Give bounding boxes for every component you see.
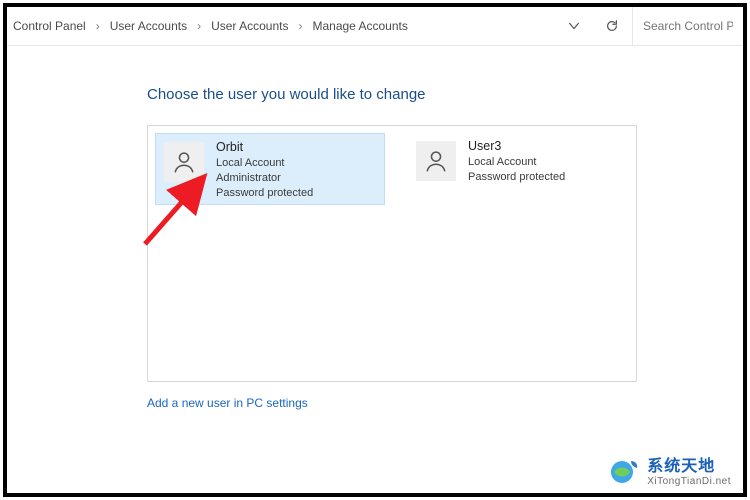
refresh-icon[interactable] [604,18,620,34]
breadcrumb-segment[interactable]: User Accounts [110,19,187,33]
avatar-icon [164,142,204,182]
breadcrumb-segment[interactable]: Control Panel [13,19,86,33]
user-tile-user3[interactable]: User3 Local Account Password protected [408,133,638,205]
watermark: 系统天地 XiTongTianDi.net [607,452,731,487]
user-name: User3 [468,139,565,154]
watermark-title: 系统天地 [647,452,731,476]
watermark-sub: XiTongTianDi.net [647,476,731,487]
user-info: User3 Local Account Password protected [468,139,565,185]
chevron-right-icon: › [298,19,302,33]
add-user-link[interactable]: Add a new user in PC settings [147,396,743,410]
user-tile-orbit[interactable]: Orbit Local Account Administrator Passwo… [155,133,385,205]
chevron-right-icon: › [197,19,201,33]
globe-icon [607,455,641,485]
chevron-right-icon: › [96,19,100,33]
page-title: Choose the user you would like to change [147,86,743,103]
users-panel: Orbit Local Account Administrator Passwo… [147,125,637,382]
user-detail: Password protected [468,170,565,185]
search-box[interactable] [632,7,743,45]
user-detail: Administrator [216,171,313,186]
user-name: Orbit [216,140,313,155]
user-info: Orbit Local Account Administrator Passwo… [216,140,313,201]
user-detail: Local Account [216,156,313,171]
breadcrumb[interactable]: Control Panel › User Accounts › User Acc… [11,19,408,33]
user-detail: Local Account [468,155,565,170]
breadcrumb-segment[interactable]: User Accounts [211,19,288,33]
search-input[interactable] [641,18,735,34]
address-bar: Control Panel › User Accounts › User Acc… [7,7,743,46]
user-detail: Password protected [216,186,313,201]
history-dropdown-icon[interactable] [566,18,582,34]
breadcrumb-segment[interactable]: Manage Accounts [312,19,407,33]
avatar-icon [416,141,456,181]
